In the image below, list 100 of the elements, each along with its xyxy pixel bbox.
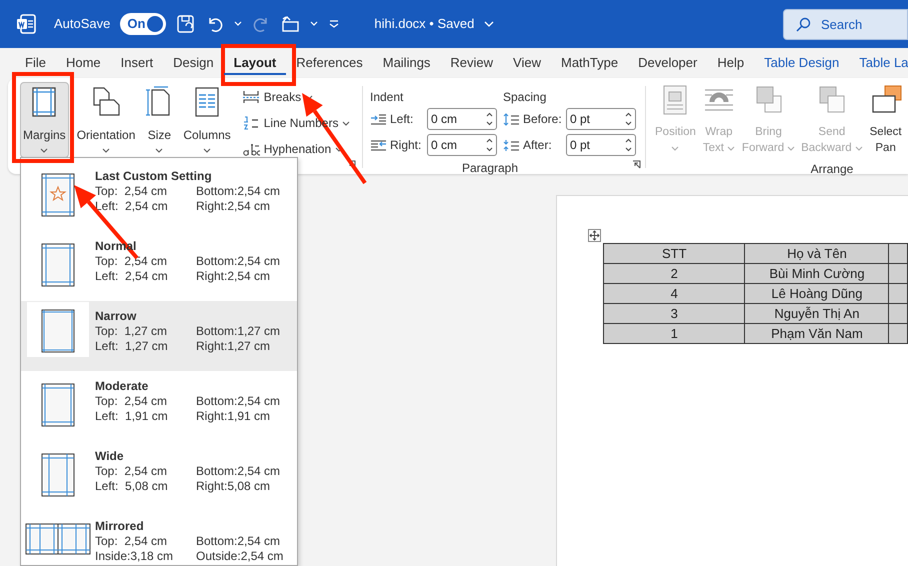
section-label: Indent: [370, 89, 404, 106]
ribbon-tab[interactable]: MathType: [551, 51, 628, 75]
ribbon-tab[interactable]: Mailings: [372, 51, 440, 75]
margin-value: Inside:3,18 cm: [95, 549, 174, 564]
page-margins-icon: [41, 383, 75, 427]
margin-value: Outside:2,54 cm: [196, 549, 284, 564]
menu-item[interactable]: Narrow Top: 1,27 cm Bottom:1,27 cm Left: 1,27 cm Right:1,27 cm: [21, 301, 297, 371]
ribbon-tab[interactable]: Review: [440, 51, 504, 75]
autosave-toggle[interactable]: On: [120, 13, 166, 35]
custom-margins-icon: [41, 173, 75, 217]
table-cell: Lê Hoàng Dũng: [744, 284, 889, 304]
menu-item-title: Wide: [95, 449, 125, 464]
menu-item-title: Moderate: [95, 379, 150, 394]
ribbon-button[interactable]: Breaks: [242, 84, 350, 110]
margin-value: Bottom:2,54 cm: [196, 464, 282, 479]
field-label: Left:: [390, 111, 414, 128]
spin-field[interactable]: 0 pt: [566, 108, 636, 130]
spin-field[interactable]: 0 cm: [427, 134, 497, 156]
ribbon-button[interactable]: Select Pan: [866, 80, 906, 160]
customize-toolbar-icon[interactable]: [328, 19, 340, 29]
page-margins-icon: [41, 453, 75, 497]
ribbon-tab[interactable]: Table Design: [754, 51, 850, 75]
table-cell: 1: [604, 324, 745, 344]
table-cell: Bùi Minh Cường: [744, 264, 889, 284]
margin-value: Bottom:2,54 cm: [196, 534, 282, 549]
breaks-icon: [242, 89, 260, 105]
margin-value: Right:5,08 cm: [196, 479, 272, 494]
margin-value: Left: 1,27 cm: [95, 339, 169, 354]
table-move-handle-icon[interactable]: [588, 229, 601, 242]
ribbon-button[interactable]: Size: [139, 82, 180, 158]
caret-icon: [342, 120, 350, 126]
dialog-launcher-icon[interactable]: [347, 160, 356, 169]
margin-value: Left: 1,91 cm: [95, 409, 169, 424]
margin-value: Left: 2,54 cm: [95, 269, 169, 284]
spinner-arrows-icon[interactable]: [485, 137, 494, 153]
ribbon-button[interactable]: Hyphenation: [242, 136, 350, 162]
word-app-icon[interactable]: [16, 14, 36, 34]
margin-value: Top: 1,27 cm: [95, 324, 168, 339]
ribbon-tab[interactable]: Developer: [628, 51, 708, 75]
spinner-arrows-icon[interactable]: [485, 111, 494, 127]
search-field[interactable]: Search: [783, 8, 908, 40]
dialog-launcher-icon[interactable]: [632, 160, 641, 169]
caret-icon[interactable]: [310, 21, 318, 27]
ribbon-button[interactable]: Margins: [20, 82, 69, 158]
table-cell: Phạm Văn Nam: [744, 324, 889, 344]
spinner-arrows-icon[interactable]: [624, 111, 633, 127]
margin-value: Right:2,54 cm: [196, 269, 272, 284]
spin-field[interactable]: 0 pt: [566, 134, 636, 156]
menu-item[interactable]: Last Custom Setting Top: 2,54 cm Bottom:2,54 cm Left: 2,54 cm Right:2,54 cm: [21, 161, 297, 231]
margin-value: Bottom:2,54 cm: [196, 254, 282, 269]
field-label: Before:: [523, 111, 563, 128]
ribbon-tab[interactable]: Home: [56, 51, 111, 75]
margin-value: Left: 2,54 cm: [95, 199, 169, 214]
caret-icon: [726, 146, 735, 150]
indent-after-icon: [370, 138, 387, 152]
ribbon-tab[interactable]: File: [15, 51, 56, 75]
menu-item[interactable]: Moderate Top: 2,54 cm Bottom:2,54 cm Left: 1,91 cm Right:1,91 cm: [21, 371, 297, 441]
ribbon-tab[interactable]: Insert: [110, 51, 164, 75]
table-cell: 3: [604, 304, 745, 324]
save-icon[interactable]: [176, 14, 196, 34]
ribbon-tab[interactable]: Layout: [224, 51, 286, 75]
column-header: Họ và Tên: [744, 244, 889, 264]
indent-before-icon: [503, 112, 520, 126]
menu-item[interactable]: Mirrored Top: 2,54 cm Bottom:2,54 cm Inside:3,18 cm Outside:2,54 cm: [21, 511, 297, 566]
caret-icon: [854, 146, 863, 150]
margin-value: Bottom:2,54 cm: [196, 394, 282, 409]
menu-item-title: Last Custom Setting: [95, 169, 213, 184]
field-label: Right:: [390, 137, 422, 154]
mirrored-margins-icon: [25, 523, 91, 555]
spinner-arrows-icon[interactable]: [624, 137, 633, 153]
margin-value: Bottom:2,54 cm: [196, 184, 282, 199]
margin-value: Right:1,27 cm: [196, 339, 272, 354]
table-cell: Nguyễn Thị An: [744, 304, 889, 324]
page-margins-icon: [41, 243, 75, 287]
table-cell: [888, 264, 908, 284]
spin-field[interactable]: 0 cm: [427, 108, 497, 130]
touch-mode-icon[interactable]: [280, 15, 300, 33]
menu-item-title: Narrow: [95, 309, 138, 324]
margin-value: Right:2,54 cm: [196, 199, 272, 214]
ribbon-tab[interactable]: Design: [163, 51, 224, 75]
search-icon: [795, 16, 811, 32]
ribbon-button[interactable]: Columns: [180, 82, 234, 158]
caret-icon: [671, 146, 680, 151]
caret-icon: [787, 146, 796, 150]
group-label: Paragraph: [460, 160, 520, 177]
table-cell: 2: [604, 264, 745, 284]
autosave-label: AutoSave: [54, 15, 110, 34]
ribbon-tab[interactable]: Table La: [849, 51, 908, 75]
menu-item[interactable]: Wide Top: 2,54 cm Bottom:2,54 cm Left: 5,08 cm Right:5,08 cm: [21, 441, 297, 511]
column-header: STT: [604, 244, 745, 264]
section-label: Spacing: [503, 89, 548, 106]
margin-value: Top: 2,54 cm: [95, 254, 168, 269]
caret-icon[interactable]: [484, 20, 494, 28]
document-title[interactable]: hihi.docx • Saved: [374, 14, 474, 34]
indent-after-icon: [503, 138, 520, 152]
caret-icon[interactable]: [234, 21, 242, 27]
ribbon-tab[interactable]: Help: [707, 51, 754, 75]
ribbon-tab[interactable]: References: [286, 51, 373, 75]
margin-value: Right:1,91 cm: [196, 409, 272, 424]
ribbon-tab[interactable]: View: [503, 51, 551, 75]
